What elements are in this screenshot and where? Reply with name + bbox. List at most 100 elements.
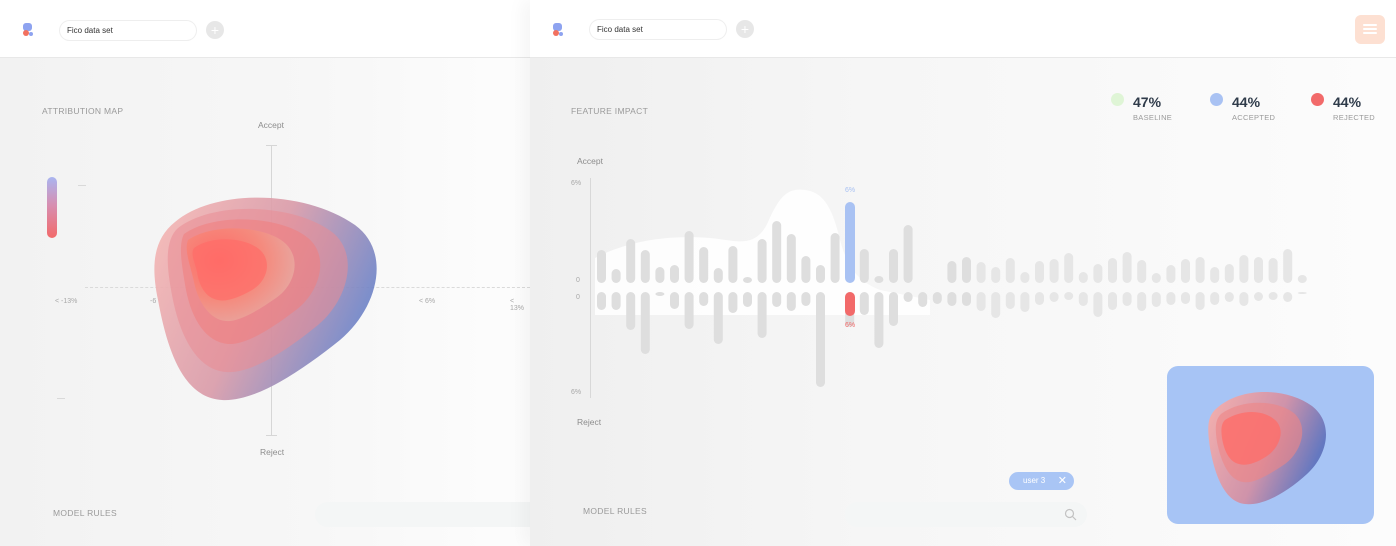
impact-bar-down [1093,292,1103,317]
impact-bar-up [947,261,957,283]
impact-bar-down [743,292,752,307]
impact-bar-down [728,292,738,313]
impact-bar-down [1020,292,1030,312]
impact-bar-down [1064,292,1074,300]
impact-bar-down [1210,292,1220,305]
impact-bar-down [611,292,621,310]
impact-bar-down [1122,292,1132,306]
impact-bar-up [640,250,650,283]
impact-bar-down [1268,292,1278,300]
impact-bar-down [918,292,928,307]
model-rules-title: MODEL RULES [583,506,647,516]
impact-bar-up [757,239,767,283]
rules-search-field[interactable] [845,502,1087,527]
close-icon[interactable]: ✕ [1058,474,1067,487]
impact-bar-up [1297,275,1307,283]
impact-bar-down [947,292,957,306]
impact-bar-up [1151,273,1161,283]
impact-bar-down [962,292,971,306]
reject-highlight-label: 6% [845,322,856,329]
impact-bar-up [1254,257,1263,283]
impact-bar-up [801,256,811,283]
impact-bar-up [816,265,825,283]
app-screen: Fico data set + ATTRIBUTION MAP Accept R… [0,0,1396,546]
impact-bar-down [757,292,767,338]
impact-bar-up [874,276,884,283]
impact-bar-down [1035,292,1044,305]
impact-bar-down [1078,292,1088,306]
impact-bar-up [1224,264,1234,283]
impact-bar-down [859,292,869,315]
impact-bar-down [713,292,723,344]
highlight-reject-bar[interactable] [845,292,855,316]
impact-bar-up [1181,259,1190,283]
impact-bar-up [976,262,986,283]
impact-bar-down [597,292,606,310]
search-icon[interactable] [1064,508,1077,521]
impact-bar-up [1020,272,1030,283]
impact-bar-down [801,292,811,306]
impact-bar-down [699,292,709,306]
impact-bar-up [713,268,723,283]
impact-bar-up [626,239,636,283]
impact-bar-down [772,292,782,307]
impact-bar-up [1239,255,1249,283]
impact-bar-down [903,292,913,302]
attribution-panel: Fico data set + ATTRIBUTION MAP Accept R… [0,0,530,546]
impact-bar-up [1064,253,1074,283]
impact-bar-up [1035,261,1044,283]
impact-bar-down [1151,292,1161,307]
accept-highlight-label: 6% [845,187,856,194]
feature-impact-panel: Fico data set + FEATURE IMPACT 47% BASEL… [530,0,1396,546]
user-filter-chip[interactable]: user 3 ✕ [1009,472,1074,490]
impact-bar-down [932,292,942,304]
impact-bar-up [1166,265,1176,283]
model-rules-title: MODEL RULES [53,508,117,518]
impact-bar-up [1283,249,1293,283]
impact-bar-down [1297,292,1307,294]
impact-bar-down [976,292,986,311]
impact-bar-down [655,292,665,296]
impact-bar-down [1049,292,1059,302]
impact-bar-up [655,267,665,283]
impact-bar-up [743,277,752,283]
impact-bar-up [1049,259,1059,283]
impact-bar-up [991,267,1001,283]
highlight-accept-bar[interactable] [845,202,855,283]
impact-bar-down [1181,292,1190,304]
attribution-thumbnail[interactable] [1167,366,1374,524]
impact-bar-up [830,233,840,283]
thumbnail-blob [1208,392,1326,505]
impact-bar-up [772,221,782,283]
impact-bar-down [1195,292,1205,310]
impact-bar-down [991,292,1001,318]
impact-bar-up [889,249,898,283]
impact-bar-up [1122,252,1132,283]
impact-bar-down [626,292,636,330]
chip-label: user 3 [1023,476,1046,485]
impact-bar-up [684,231,694,283]
impact-bar-up [962,257,971,283]
impact-bar-down [889,292,898,326]
impact-bar-down [1239,292,1249,306]
impact-bar-down [1005,292,1015,309]
impact-bar-up [1210,267,1220,283]
impact-bar-up [611,269,621,283]
impact-bar-up [1108,258,1117,283]
impact-bar-up [699,247,709,283]
impact-bar-up [786,234,796,283]
impact-bar-down [1108,292,1117,310]
impact-bar-down [640,292,650,354]
impact-bar-down [1254,292,1263,301]
impact-bar-up [670,265,679,283]
impact-bar-down [816,292,825,387]
impact-bar-up [597,250,606,283]
impact-bar-up [728,246,738,283]
impact-bar-up [903,225,913,283]
impact-bar-up [1093,264,1103,283]
rules-search-field[interactable] [315,502,530,527]
impact-bar-down [1224,292,1234,302]
impact-bar-down [670,292,679,309]
impact-bar-up [859,249,869,283]
impact-bar-down [1283,292,1293,302]
